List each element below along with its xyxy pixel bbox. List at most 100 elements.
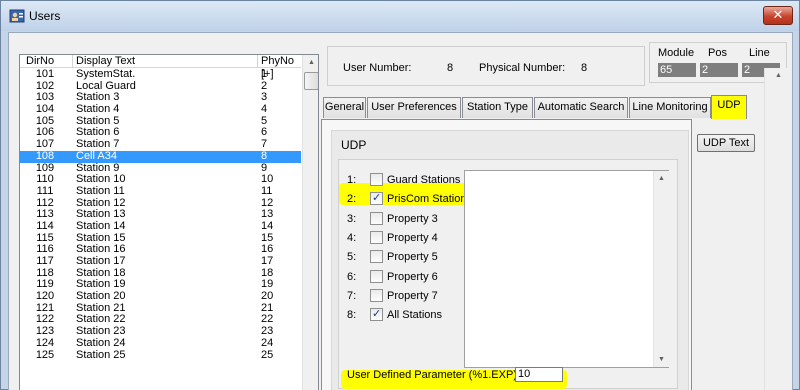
- tab-general[interactable]: General: [323, 97, 366, 118]
- option-number: 3:: [347, 212, 357, 225]
- cell-phyno: 11: [261, 184, 273, 197]
- table-row[interactable]: 119 Station 19 19: [20, 279, 301, 291]
- cell-display-text: Station 4: [76, 103, 120, 116]
- option-label: Property 5: [387, 251, 438, 264]
- udp-options-area: 1: Guard Stations 2: ✓ PrisCom Stations 3: Pro…: [338, 159, 678, 389]
- cell-phyno: 1: [261, 68, 268, 80]
- option-checkbox[interactable]: [370, 288, 383, 302]
- udp-station-list[interactable]: ▲ ▼: [464, 170, 669, 368]
- option-checkbox[interactable]: ✓: [370, 307, 383, 322]
- module-label: Module: [658, 47, 695, 59]
- cell-dirno: 104: [35, 103, 55, 116]
- cell-phyno: 8: [261, 149, 268, 162]
- table-row[interactable]: 101 SystemStat. 1: [20, 68, 301, 81]
- table-row[interactable]: 117 Station 17 17: [20, 255, 301, 268]
- cell-dirno: 125: [35, 348, 55, 361]
- table-row[interactable]: 118 Station 18 18: [20, 267, 301, 280]
- tab-user-preferences[interactable]: User Preferences: [367, 97, 461, 118]
- column-header-dirno[interactable]: DirNo: [26, 55, 54, 68]
- udp-text-button[interactable]: UDP Text: [697, 134, 755, 152]
- physical-number-label: Physical Number:: [479, 62, 566, 74]
- table-row[interactable]: 120 Station 20 20: [20, 290, 301, 303]
- tab-line-monitoring[interactable]: Line Monitoring: [629, 97, 711, 118]
- close-button[interactable]: ✕: [763, 6, 793, 25]
- option-checkbox[interactable]: ✓: [370, 191, 383, 206]
- table-row[interactable]: 115 Station 15 15: [20, 232, 301, 245]
- table-row[interactable]: 123 Station 23 23: [20, 325, 301, 338]
- option-number: 7:: [347, 289, 357, 302]
- table-row[interactable]: 110 Station 10 10: [20, 173, 301, 186]
- cell-dirno: 108: [35, 149, 55, 162]
- check-icon: ✓: [372, 307, 382, 321]
- cell-phyno: 17: [261, 255, 274, 267]
- table-row[interactable]: 109 Station 99: [20, 162, 301, 175]
- cell-dirno: 120: [35, 290, 55, 303]
- table-row[interactable]: 125 Station 25 25: [20, 348, 301, 362]
- table-row[interactable]: 114 Station 14 14: [20, 219, 301, 233]
- column-header-display-text[interactable]: Display Text: [76, 55, 135, 68]
- parameter-input[interactable]: 10: [515, 367, 563, 382]
- table-row[interactable]: 106 Station 66: [20, 127, 301, 139]
- table-row[interactable]: 108 Cell A34 8: [20, 149, 301, 163]
- table-row[interactable]: 102 Local Guard 2: [20, 80, 301, 93]
- client-area: DirNo Display Text PhyNo [+] 101 SystemSt…: [8, 32, 793, 390]
- cell-phyno: 4: [261, 103, 268, 116]
- list-rows: 101 SystemStat. 1 102 Local Guard 2 103 Station…: [20, 68, 301, 362]
- udp-list-scrollbar[interactable]: ▲ ▼: [653, 171, 669, 367]
- scroll-up-arrow-icon[interactable]: ▲: [304, 55, 318, 70]
- list-header: DirNo Display Text PhyNo [+]: [20, 55, 301, 80]
- option-checkbox[interactable]: [370, 173, 383, 186]
- option-label: Property 4: [387, 231, 438, 244]
- title-bar[interactable]: Users ✕: [1, 1, 799, 31]
- table-row[interactable]: 103 Station 33: [20, 92, 301, 104]
- cell-display-text: Station 20: [76, 290, 126, 303]
- table-row[interactable]: 122 Station 22 22: [20, 314, 301, 326]
- table-row[interactable]: 116 Station 16 16: [20, 244, 301, 256]
- option-number: 1:: [347, 174, 357, 186]
- cell-dirno: 111: [36, 184, 54, 197]
- scroll-down-arrow-icon[interactable]: ▼: [654, 352, 669, 367]
- cell-display-text: Cell A34: [76, 149, 117, 162]
- cell-dirno: 101: [35, 68, 55, 80]
- option-checkbox[interactable]: [370, 250, 383, 264]
- table-row[interactable]: 124 Station 24 24: [20, 336, 301, 350]
- option-checkbox[interactable]: [370, 230, 383, 244]
- table-row[interactable]: 107 Station 77: [20, 138, 301, 151]
- tab-station-type[interactable]: Station Type: [462, 97, 533, 118]
- table-row[interactable]: 104 Station 4 4: [20, 103, 301, 116]
- table-row[interactable]: 113 Station 13 13: [20, 209, 301, 221]
- scrollbar-thumb[interactable]: [304, 72, 318, 90]
- users-app-icon: [9, 9, 25, 23]
- option-label: All Stations: [387, 309, 443, 322]
- users-list[interactable]: DirNo Display Text PhyNo [+] 101 SystemSt…: [19, 54, 319, 390]
- option-checkbox[interactable]: [370, 269, 383, 283]
- option-label: Guard Stations: [387, 174, 461, 186]
- users-window: Users ✕ DirNo Display Text PhyNo [+] 101…: [0, 0, 800, 390]
- table-row[interactable]: 105 Station 55: [20, 115, 301, 128]
- scroll-up-arrow-icon[interactable]: ▲: [654, 171, 669, 186]
- scroll-up-arrow-icon[interactable]: ▲: [771, 68, 786, 83]
- table-row[interactable]: 111 Station 11 11: [20, 184, 301, 198]
- tab-udp[interactable]: UDP: [711, 95, 747, 119]
- option-label: Property 3: [387, 212, 438, 225]
- cell-display-text: Station 11: [76, 184, 125, 197]
- tab-automatic-search[interactable]: Automatic Search: [534, 97, 628, 118]
- option-number: 2:: [347, 193, 357, 206]
- cell-dirno: 117: [36, 255, 54, 267]
- option-checkbox[interactable]: [370, 211, 383, 225]
- check-icon: ✓: [372, 191, 382, 205]
- cell-phyno: 20: [261, 290, 274, 303]
- cell-dirno: 124: [35, 336, 55, 349]
- user-number-value: 8: [447, 62, 454, 74]
- list-scrollbar[interactable]: ▲: [302, 55, 318, 390]
- table-row[interactable]: 121 Station 21 21: [20, 302, 301, 315]
- cell-dirno: 114: [36, 219, 54, 232]
- line-label: Line: [749, 47, 770, 59]
- cell-display-text: SystemStat.: [76, 68, 136, 80]
- option-number: 4:: [347, 231, 357, 244]
- window-scrollbar[interactable]: ▲: [764, 68, 791, 390]
- udp-tab-panel: UDP 1: Guard Stations 2: ✓ PrisCom Stations 3…: [321, 119, 692, 390]
- udp-group: UDP 1: Guard Stations 2: ✓ PrisCom Stations 3…: [331, 130, 689, 390]
- option-label: Property 7: [387, 289, 438, 302]
- table-row[interactable]: 112 Station 12 12: [20, 197, 301, 210]
